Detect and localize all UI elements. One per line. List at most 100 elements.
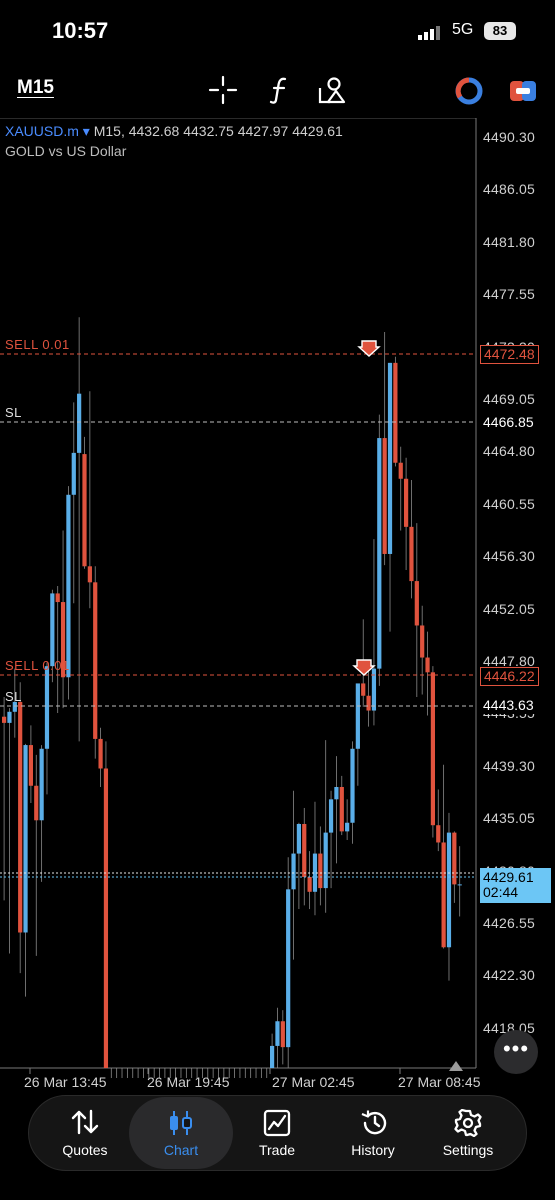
bearish-candle xyxy=(409,526,414,582)
price-axis-label: 4477.55 xyxy=(483,286,536,303)
bullish-candle xyxy=(350,748,355,823)
bullish-candle xyxy=(71,452,76,495)
bullish-candle xyxy=(377,438,382,669)
bullish-candle xyxy=(270,1045,275,1068)
bearish-candle xyxy=(34,785,39,821)
bullish-candle xyxy=(355,683,360,749)
price-axis-label: 4426.55 xyxy=(483,915,536,931)
bullish-candle xyxy=(387,362,393,554)
timeframe-selector[interactable]: M15 xyxy=(17,77,54,99)
bullish-candle xyxy=(275,1021,280,1046)
bearish-candle xyxy=(441,842,446,948)
function-icon[interactable] xyxy=(264,74,296,106)
nav-quotes-label: Quotes xyxy=(62,1142,108,1158)
nav-trade[interactable]: Trade xyxy=(230,1097,324,1169)
price-chart[interactable] xyxy=(0,118,555,1078)
price-axis-label: 4439.30 xyxy=(483,757,536,774)
trade-icon xyxy=(263,1109,291,1137)
bullish-candle xyxy=(328,799,334,833)
candles xyxy=(2,317,462,1078)
price-axis-label: 4464.80 xyxy=(483,443,536,460)
bearish-candle xyxy=(82,454,87,567)
bullish-candle xyxy=(23,745,28,933)
shapes-icon[interactable] xyxy=(316,74,348,106)
bullish-candle xyxy=(286,889,291,1048)
bearish-candle xyxy=(404,478,409,527)
nav-history-label: History xyxy=(351,1142,395,1158)
bearish-candle xyxy=(280,1021,285,1048)
bearish-candle xyxy=(93,582,98,739)
nav-settings[interactable]: Settings xyxy=(421,1097,515,1169)
nav-history[interactable]: History xyxy=(326,1097,420,1169)
bullish-candle xyxy=(7,711,12,723)
more-options-button[interactable]: ••• xyxy=(494,1030,538,1074)
signal-icon xyxy=(418,26,440,40)
network-type: 5G xyxy=(452,21,474,38)
symbol-name[interactable]: XAUUSD.m xyxy=(5,123,79,139)
price-axis-label: 4435.05 xyxy=(483,810,536,827)
bullish-candle xyxy=(296,823,301,854)
chart-icon xyxy=(170,1111,192,1135)
time-label-1: 26 Mar 13:45 xyxy=(24,1074,107,1090)
price-axis-label: 4490.30 xyxy=(483,129,536,145)
bearish-candle xyxy=(414,581,419,626)
bearish-candle xyxy=(393,362,398,463)
gear-icon xyxy=(454,1109,482,1137)
bearish-candle xyxy=(430,672,435,826)
bearish-candle xyxy=(366,695,371,711)
sell-arrow-icon xyxy=(357,340,381,357)
bullish-candle xyxy=(457,884,462,886)
bearish-candle xyxy=(103,768,109,1068)
crosshair-icon[interactable] xyxy=(207,74,239,106)
bearish-candle xyxy=(318,853,323,889)
trade-panel-icon[interactable] xyxy=(508,77,538,105)
status-time: 10:57 xyxy=(52,18,109,43)
quotes-icon xyxy=(71,1109,99,1135)
sl-price-1: 4466.85 xyxy=(480,414,537,431)
bullish-candle xyxy=(334,786,339,800)
order-label-sell-1[interactable]: SELL 0.01 xyxy=(5,337,70,352)
time-label-2: 26 Mar 19:45 xyxy=(147,1074,230,1090)
nav-chart[interactable]: Chart xyxy=(129,1097,233,1169)
price-axis-label: 4481.80 xyxy=(483,233,536,250)
sell-arrow-icon xyxy=(352,659,376,676)
history-icon xyxy=(361,1110,387,1135)
nav-settings-label: Settings xyxy=(442,1142,494,1158)
current-price-tag: 4429.61 02:44 xyxy=(480,868,551,903)
symbol-description: GOLD vs US Dollar xyxy=(5,143,127,159)
bearish-candle xyxy=(339,786,344,832)
bearish-candle xyxy=(98,738,103,769)
bullish-candle xyxy=(44,666,50,749)
one-click-trading-icon[interactable] xyxy=(454,76,484,106)
bullish-candle xyxy=(323,832,328,889)
symbol-dropdown-icon[interactable]: ▾ xyxy=(83,123,90,139)
time-label-4: 27 Mar 08:45 xyxy=(398,1074,481,1090)
bearish-candle xyxy=(2,716,7,723)
bullish-candle xyxy=(77,393,82,453)
price-axis-label: 4460.55 xyxy=(483,495,536,512)
order-price-sell-1: 4472.48 xyxy=(480,345,539,364)
bearish-candle xyxy=(307,876,312,892)
nav-quotes[interactable]: Quotes xyxy=(38,1097,132,1169)
price-axis-label: 4456.30 xyxy=(483,548,536,565)
current-price: 4429.61 xyxy=(483,869,534,885)
bearish-candle xyxy=(436,825,441,843)
bearish-candle xyxy=(87,566,92,583)
bullish-candle xyxy=(291,853,296,890)
sl-label-2[interactable]: SL xyxy=(5,689,22,704)
bullish-candle xyxy=(66,494,71,678)
bullish-candle xyxy=(39,748,44,821)
sl-label-1[interactable]: SL xyxy=(5,405,22,420)
bearish-candle xyxy=(425,657,430,673)
bearish-candle xyxy=(55,593,60,603)
price-axis-label: 4486.05 xyxy=(483,181,536,198)
nav-trade-label: Trade xyxy=(258,1142,296,1158)
symbol-header: XAUUSD.m ▾ M15, 4432.68 4432.75 4427.97 … xyxy=(5,123,343,140)
order-label-sell-2[interactable]: SELL 0.01 xyxy=(5,658,70,673)
bearish-candle xyxy=(398,462,403,479)
price-axis-label: 4469.05 xyxy=(483,391,536,407)
scroll-to-end-icon[interactable] xyxy=(448,1060,464,1072)
sl-price-2: 4443.63 xyxy=(480,697,537,714)
time-label-3: 27 Mar 02:45 xyxy=(272,1074,355,1090)
bar-countdown: 02:44 xyxy=(483,884,519,900)
